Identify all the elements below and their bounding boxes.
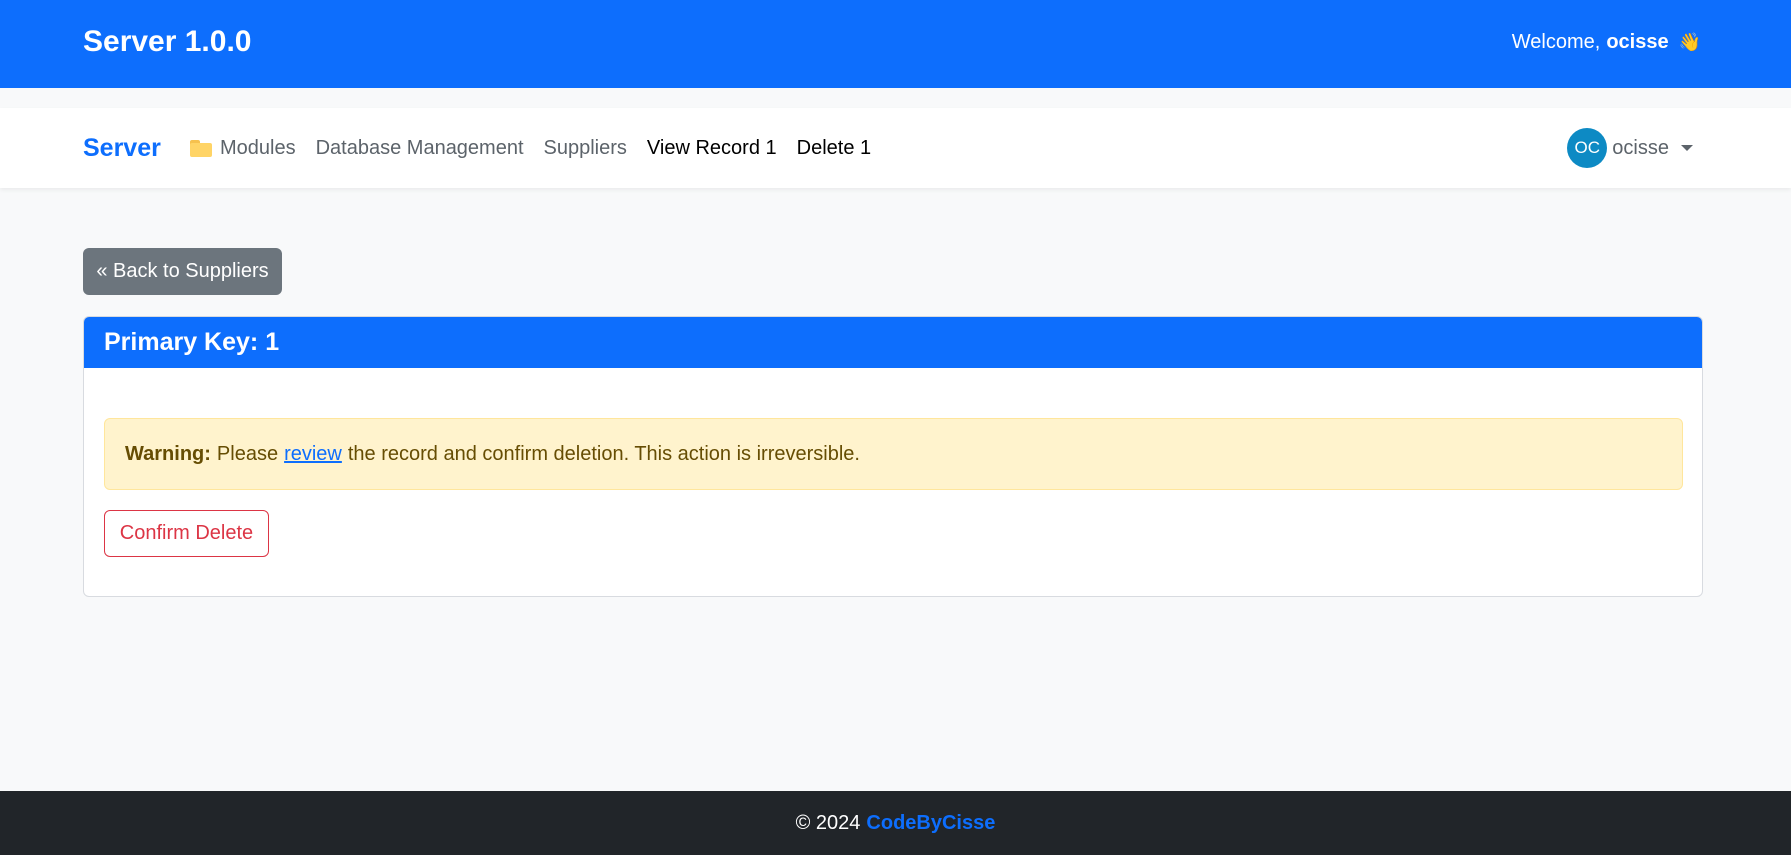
wave-icon: 👋 [1678,32,1701,52]
top-header: Server 1.0.0 Welcome, ocisse 👋 [0,0,1791,88]
nav-item-label: Modules [220,137,296,159]
user-menu-dropdown[interactable]: OC ocisse [1567,128,1693,168]
review-link[interactable]: review [284,443,342,466]
record-card: Primary Key: 1 Warning: Please review th… [83,316,1703,597]
app-title: Server 1.0.0 [83,25,252,58]
nav-items: Modules Database Management Suppliers Vi… [190,135,891,161]
avatar: OC [1567,128,1608,168]
nav-item-suppliers[interactable]: Suppliers [544,135,627,161]
footer-brand-link[interactable]: CodeByCisse [866,812,995,835]
navbar-brand[interactable]: Server [83,132,161,164]
nav-item-database-management[interactable]: Database Management [316,135,524,161]
chevron-down-icon [1681,145,1693,151]
warning-text-before: Please [216,442,279,465]
user-menu-name: ocisse [1612,136,1669,159]
welcome-message: Welcome, ocisse 👋 [1512,28,1701,56]
page: Server 1.0.0 Welcome, ocisse 👋 Server Mo… [0,0,1791,855]
warning-text-after: the record and confirm deletion. This ac… [347,442,860,465]
card-title: Primary Key: 1 [84,317,1702,368]
folder-icon [190,140,212,157]
nav-item-view-record[interactable]: View Record 1 [647,135,777,161]
warning-alert: Warning: Please review the record and co… [104,418,1683,490]
welcome-username: ocisse [1606,31,1669,53]
nav-item-delete[interactable]: Delete 1 [797,135,872,161]
warning-label: Warning: [125,442,211,465]
navbar: Server Modules Database Management Suppl… [0,108,1791,188]
back-to-suppliers-button[interactable]: « Back to Suppliers [83,248,282,295]
confirm-delete-button[interactable]: Confirm Delete [104,510,269,557]
footer: © 2024 CodeByCisse [0,791,1791,855]
nav-item-modules[interactable]: Modules [190,135,296,161]
footer-copyright: © 2024 [795,811,861,834]
welcome-prefix: Welcome, [1511,31,1601,53]
